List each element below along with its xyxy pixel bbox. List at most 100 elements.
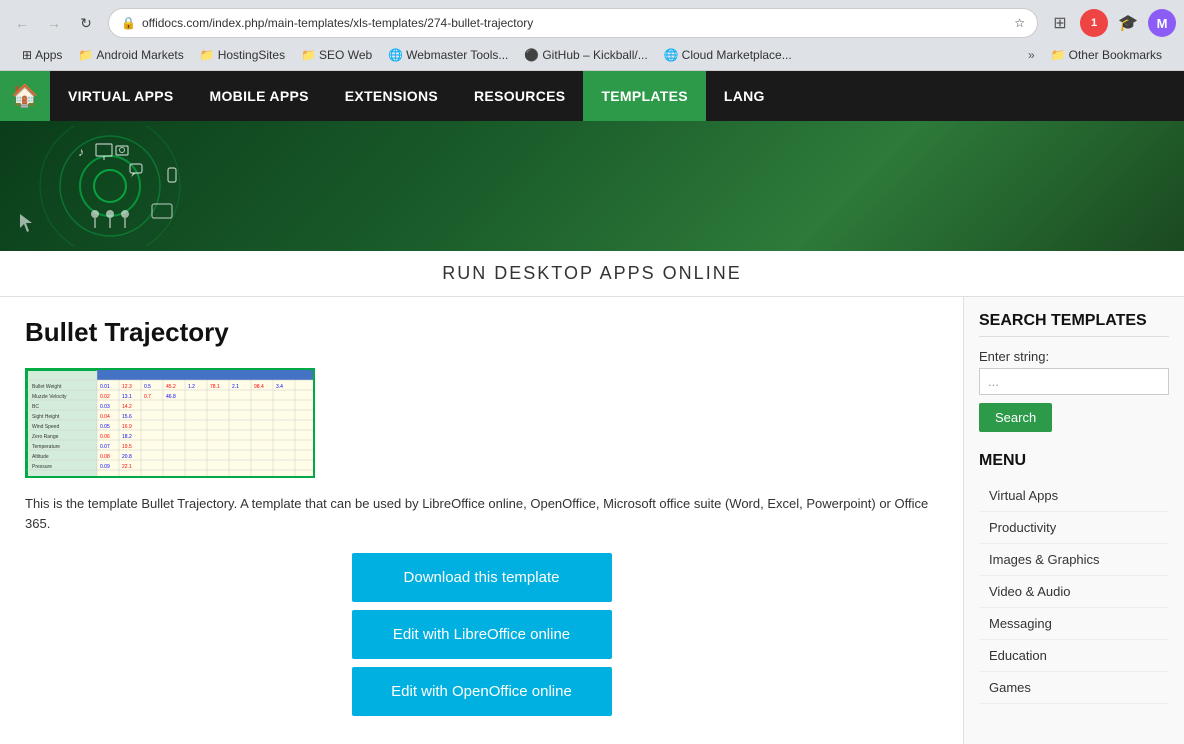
page-title: Bullet Trajectory [25, 317, 938, 348]
menu-item-video-audio[interactable]: Video & Audio [979, 576, 1169, 608]
spreadsheet-svg: 0.01 12.3 0.5 45.2 1.2 78.1 2.1 98.4 3.4… [27, 370, 315, 478]
search-title: SEARCH TEMPLATES [979, 312, 1169, 337]
svg-text:Altitude: Altitude [32, 454, 49, 460]
download-button[interactable]: Download this template [352, 553, 612, 602]
folder-icon-hosting: 📁 [200, 48, 215, 62]
menu-item-education[interactable]: Education [979, 640, 1169, 672]
bookmark-webmaster[interactable]: 🌐 Webmaster Tools... [382, 46, 514, 64]
menu-item-messaging[interactable]: Messaging [979, 608, 1169, 640]
svg-text:Wind Speed: Wind Speed [32, 424, 59, 430]
openoffice-button[interactable]: Edit with OpenOffice online [352, 667, 612, 716]
svg-text:0.01: 0.01 [100, 384, 110, 390]
svg-text:1.2: 1.2 [188, 384, 195, 390]
graduation-icon-button[interactable]: 🎓 [1114, 9, 1142, 37]
bookmark-hosting[interactable]: 📁 HostingSites [194, 46, 291, 64]
svg-text:20.8: 20.8 [122, 454, 132, 460]
svg-text:0.06: 0.06 [100, 434, 110, 440]
browser-chrome: ← → ↻ 🔒 offidocs.com/index.php/main-temp… [0, 0, 1184, 71]
back-button[interactable]: ← [8, 9, 36, 37]
svg-text:14.2: 14.2 [122, 404, 132, 410]
svg-text:0.09: 0.09 [100, 464, 110, 470]
run-text-bar: RUN DESKTOP APPS ONLINE [0, 251, 1184, 297]
bookmark-apps[interactable]: ⊞ Apps [16, 46, 68, 64]
svg-text:0.5: 0.5 [144, 384, 151, 390]
sidebar: SEARCH TEMPLATES Enter string: Search ME… [964, 297, 1184, 744]
content-area: Bullet Trajectory [0, 297, 964, 744]
url-text: offidocs.com/index.php/main-templates/xl… [142, 16, 1008, 30]
bookmark-other-label: Other Bookmarks [1069, 48, 1162, 62]
svg-text:22.1: 22.1 [122, 464, 132, 470]
bookmarks-more-button[interactable]: » [1022, 46, 1041, 64]
search-section: SEARCH TEMPLATES Enter string: Search [979, 312, 1169, 432]
svg-text:45.2: 45.2 [166, 384, 176, 390]
svg-text:46.8: 46.8 [166, 394, 176, 400]
svg-text:16.9: 16.9 [122, 424, 132, 430]
menu-item-games[interactable]: Games [979, 672, 1169, 704]
site-header: 🏠 Virtual Apps Mobile Apps Extensions Re… [0, 71, 1184, 121]
bookmark-cloud[interactable]: 🌐 Cloud Marketplace... [658, 46, 798, 64]
bookmark-android[interactable]: 📁 Android Markets [72, 46, 189, 64]
svg-text:15.6: 15.6 [122, 414, 132, 420]
extension-badge-button[interactable]: 1 [1080, 9, 1108, 37]
search-label: Enter string: [979, 349, 1169, 364]
template-preview-inner: 0.01 12.3 0.5 45.2 1.2 78.1 2.1 98.4 3.4… [27, 370, 313, 476]
bookmark-github-label: GitHub – Kickball/... [542, 48, 647, 62]
bookmark-github[interactable]: ⚫ GitHub – Kickball/... [518, 46, 653, 64]
svg-text:0.03: 0.03 [100, 404, 110, 410]
hero-illustration: ♪ [0, 126, 220, 246]
profile-button[interactable]: M [1148, 9, 1176, 37]
page-content: 🏠 Virtual Apps Mobile Apps Extensions Re… [0, 71, 1184, 744]
svg-text:12.3: 12.3 [122, 384, 132, 390]
browser-actions: ⊞ 1 🎓 M [1046, 9, 1176, 37]
address-bar[interactable]: 🔒 offidocs.com/index.php/main-templates/… [108, 8, 1038, 38]
bookmark-android-label: Android Markets [96, 48, 183, 62]
svg-text:3.4: 3.4 [276, 384, 283, 390]
nav-virtual-apps[interactable]: Virtual Apps [50, 71, 192, 121]
folder-icon-seo: 📁 [301, 48, 316, 62]
forward-button[interactable]: → [40, 9, 68, 37]
svg-text:78.1: 78.1 [210, 384, 220, 390]
menu-section: MENU Virtual Apps Productivity Images & … [979, 452, 1169, 704]
bookmark-apps-label: Apps [35, 48, 62, 62]
extensions-menu-button[interactable]: ⊞ [1046, 9, 1074, 37]
svg-text:18.2: 18.2 [122, 434, 132, 440]
nav-mobile-apps[interactable]: Mobile Apps [192, 71, 327, 121]
nav-templates[interactable]: Templates [583, 71, 705, 121]
svg-text:98.4: 98.4 [254, 384, 264, 390]
search-button[interactable]: Search [979, 403, 1052, 432]
libre-button[interactable]: Edit with LibreOffice online [352, 610, 612, 659]
folder-icon-android: 📁 [78, 48, 93, 62]
svg-text:Pressure: Pressure [32, 464, 52, 470]
svg-text:Bullet Weight: Bullet Weight [32, 384, 62, 390]
reload-button[interactable]: ↻ [72, 9, 100, 37]
menu-title: MENU [979, 452, 1169, 470]
svg-text:0.7: 0.7 [144, 394, 151, 400]
svg-text:Muzzle Velocity: Muzzle Velocity [32, 394, 67, 400]
lock-icon: 🔒 [121, 16, 136, 30]
bookmark-seo[interactable]: 📁 SEO Web [295, 46, 378, 64]
svg-text:Sight Height: Sight Height [32, 414, 60, 420]
svg-text:0.08: 0.08 [100, 454, 110, 460]
nav-lang[interactable]: Lang [706, 71, 783, 121]
svg-text:2.1: 2.1 [232, 384, 239, 390]
menu-item-productivity[interactable]: Productivity [979, 512, 1169, 544]
svg-text:Zero Range: Zero Range [32, 434, 59, 440]
svg-text:19.5: 19.5 [122, 444, 132, 450]
folder-icon-other: 📁 [1051, 48, 1066, 62]
bookmark-other[interactable]: 📁 Other Bookmarks [1045, 46, 1168, 64]
search-input[interactable] [979, 368, 1169, 395]
menu-item-images-graphics[interactable]: Images & Graphics [979, 544, 1169, 576]
bookmark-star-icon[interactable]: ☆ [1014, 16, 1025, 30]
main-layout: Bullet Trajectory [0, 297, 1184, 744]
site-logo[interactable]: 🏠 [0, 71, 50, 121]
globe-icon-webmaster: 🌐 [388, 48, 403, 62]
nav-extensions[interactable]: Extensions [327, 71, 456, 121]
site-navigation: Virtual Apps Mobile Apps Extensions Reso… [50, 71, 783, 121]
nav-buttons: ← → ↻ [8, 9, 100, 37]
menu-item-virtual-apps[interactable]: Virtual Apps [979, 480, 1169, 512]
home-icon: 🏠 [11, 83, 38, 109]
bookmark-hosting-label: HostingSites [218, 48, 285, 62]
svg-text:BC: BC [32, 404, 39, 410]
svg-text:0.05: 0.05 [100, 424, 110, 430]
nav-resources[interactable]: Resources [456, 71, 583, 121]
